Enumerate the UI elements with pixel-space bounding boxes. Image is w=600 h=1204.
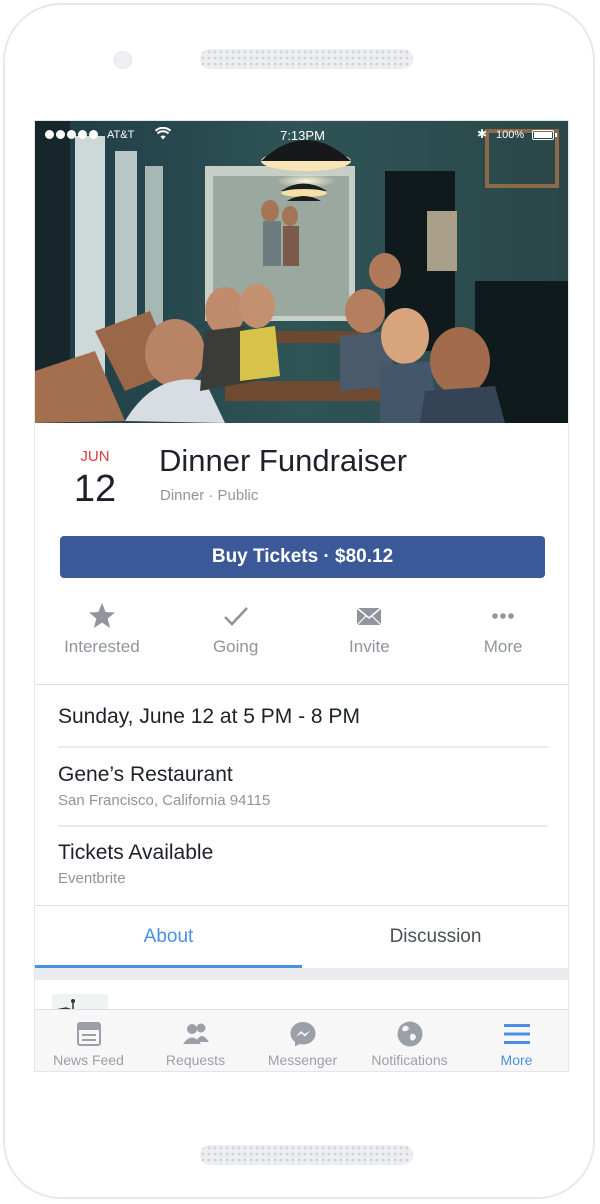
event-title: Dinner Fundraiser bbox=[159, 443, 408, 478]
requests-icon bbox=[182, 1023, 209, 1044]
going-button[interactable]: Going bbox=[169, 601, 303, 685]
home-button[interactable] bbox=[200, 1145, 413, 1165]
invite-button[interactable]: Invite bbox=[303, 601, 437, 685]
event-meta: Dinner · Public bbox=[160, 487, 259, 504]
speaker-grille bbox=[200, 49, 413, 69]
nav-notifications[interactable]: Notifications bbox=[356, 1010, 463, 1071]
going-label: Going bbox=[212, 637, 259, 656]
tickets-available[interactable]: Tickets Available bbox=[58, 841, 213, 865]
interested-button[interactable]: Interested bbox=[35, 601, 169, 685]
event-cover-photo[interactable]: AT&T 7:13PM ✱ 100% bbox=[35, 121, 568, 423]
nav-messenger-label: Messenger bbox=[267, 1052, 338, 1068]
event-venue[interactable]: Gene’s Restaurant bbox=[58, 763, 233, 787]
messenger-icon bbox=[290, 1022, 315, 1047]
check-icon bbox=[223, 607, 248, 626]
tab-about[interactable]: About bbox=[35, 906, 302, 968]
event-date-month: JUN bbox=[80, 448, 110, 465]
nav-notifications-label: Notifications bbox=[371, 1052, 448, 1068]
event-address: San Francisco, California 94115 bbox=[58, 792, 271, 809]
row-divider bbox=[58, 746, 548, 748]
tickets-source: Eventbrite bbox=[58, 870, 126, 887]
star-icon bbox=[88, 603, 115, 628]
bottom-tab-bar: News Feed Requests Messenger Notificatio… bbox=[35, 1009, 568, 1071]
content-separator bbox=[35, 968, 568, 980]
nav-more[interactable]: More bbox=[463, 1010, 568, 1071]
row-divider bbox=[58, 825, 548, 827]
battery-percentage: 100% bbox=[496, 129, 525, 141]
nav-messenger[interactable]: Messenger bbox=[249, 1010, 356, 1071]
restaurant-photo bbox=[35, 121, 568, 423]
status-bar: AT&T 7:13PM ✱ 100% bbox=[35, 121, 568, 149]
nav-requests[interactable]: Requests bbox=[142, 1010, 249, 1071]
more-actions-button[interactable]: More bbox=[436, 601, 568, 685]
clock-time: 7:13PM bbox=[280, 128, 325, 143]
app-screen: AT&T 7:13PM ✱ 100% JUN 12 Dinner Fundrai… bbox=[34, 120, 569, 1072]
nav-requests-label: Requests bbox=[165, 1052, 226, 1068]
front-camera bbox=[114, 51, 132, 69]
tab-discussion[interactable]: Discussion bbox=[302, 906, 568, 968]
nav-more-label: More bbox=[500, 1052, 533, 1068]
battery-icon bbox=[532, 130, 557, 140]
event-tabs: About Discussion bbox=[35, 906, 568, 968]
nav-news-feed-label: News Feed bbox=[53, 1052, 124, 1068]
interested-label: Interested bbox=[64, 637, 140, 656]
more-dots-icon bbox=[492, 613, 514, 619]
menu-icon bbox=[503, 1024, 530, 1044]
section-divider bbox=[35, 684, 568, 685]
envelope-icon bbox=[356, 607, 382, 626]
event-datetime[interactable]: Sunday, June 12 at 5 PM - 8 PM bbox=[58, 705, 360, 729]
news-feed-icon bbox=[76, 1022, 101, 1046]
bluetooth-icon: ✱ bbox=[477, 127, 488, 141]
invite-label: Invite bbox=[349, 637, 390, 656]
buy-tickets-button[interactable]: Buy Tickets · $80.12 bbox=[60, 536, 545, 578]
event-actions-row: Interested Going Invite More bbox=[35, 601, 568, 685]
nav-news-feed[interactable]: News Feed bbox=[35, 1010, 142, 1071]
more-actions-label: More bbox=[483, 637, 523, 656]
globe-icon bbox=[397, 1021, 422, 1047]
event-date-day: 12 bbox=[73, 468, 117, 510]
